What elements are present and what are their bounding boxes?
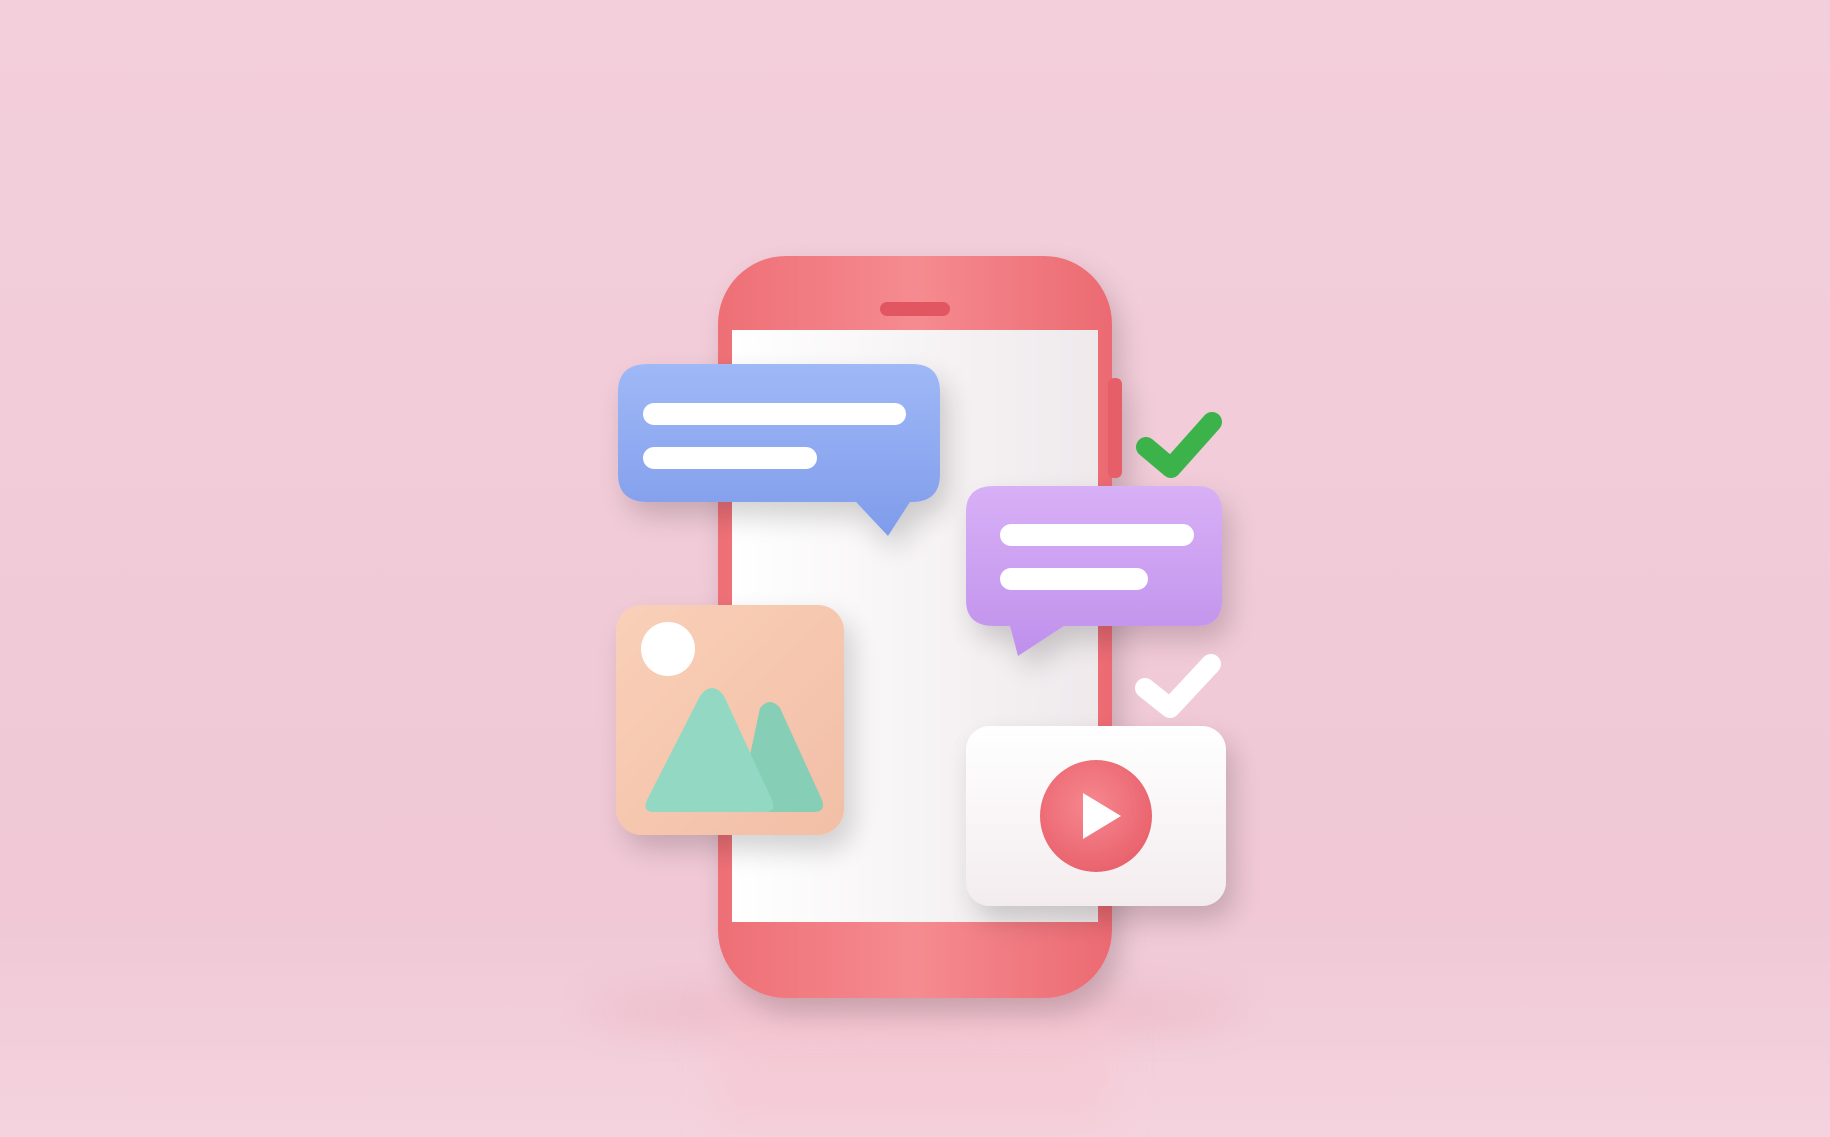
illustration-scene <box>0 0 1830 1137</box>
phone-side-button <box>1108 378 1122 478</box>
sun-shape <box>641 622 695 676</box>
blue-bubble-line-1 <box>643 403 906 425</box>
illustration-svg <box>0 0 1830 1137</box>
video-play-icon <box>966 726 1226 906</box>
phone-speaker <box>880 302 950 316</box>
purple-bubble-line-1 <box>1000 524 1194 546</box>
blue-bubble-line-2 <box>643 447 817 469</box>
image-icon <box>616 605 844 835</box>
purple-bubble-line-2 <box>1000 568 1148 590</box>
phone-reflection <box>720 1005 1110 1125</box>
